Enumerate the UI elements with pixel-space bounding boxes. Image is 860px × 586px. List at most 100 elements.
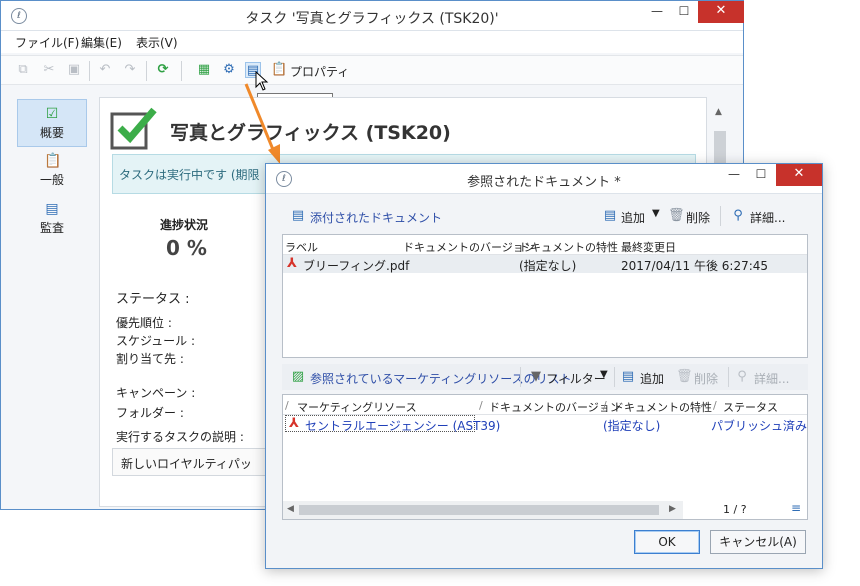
document-trait-cell: (指定なし) xyxy=(519,259,577,273)
marketing-resources-grid[interactable]: / マーケティングリソース / ドキュメントのバージョン / ドキュメントの特性… xyxy=(282,394,808,520)
table-row[interactable]: ⅄ セントラルエージェンシー (AST39) (指定なし) パブリッシュ済み xyxy=(283,415,807,433)
grid-header: / マーケティングリソース / ドキュメントのバージョン / ドキュメントの特性… xyxy=(283,395,807,415)
redo-icon[interactable]: ↷ xyxy=(122,62,138,78)
resource-name-cell: セントラルエージェンシー (AST39) xyxy=(305,419,501,433)
delete-resource-button[interactable]: 削除 xyxy=(694,370,718,387)
menu-edit[interactable]: 編集(E) xyxy=(81,34,122,51)
main-window-title: タスク '写真とグラフィックス (TSK20)' xyxy=(245,11,499,27)
description-field-label: 実行するタスクの説明 : xyxy=(116,430,244,444)
paste-icon[interactable]: ▣ xyxy=(66,62,82,78)
scroll-up-icon[interactable]: ▲ xyxy=(715,107,722,117)
toolbar-separator xyxy=(146,61,147,81)
gear-icon[interactable]: ⚙ xyxy=(221,62,237,78)
table-row[interactable]: ⅄ ブリーフィング.pdf (指定なし) 2017/04/11 午後 6:27:… xyxy=(283,255,807,273)
minimize-button[interactable]: — xyxy=(645,1,669,23)
chevron-down-icon[interactable]: ▼ xyxy=(652,208,660,219)
resource-trait-cell: (指定なし) xyxy=(603,419,661,433)
column-header[interactable]: ラベル xyxy=(285,239,318,255)
description-box[interactable]: 新しいロイヤルティパッ xyxy=(112,448,272,476)
column-header[interactable]: ドキュメントのバージョン xyxy=(403,239,535,255)
toolbar-separator xyxy=(614,367,615,387)
details-resource-button[interactable]: 詳細... xyxy=(754,370,789,387)
attached-documents-label: 添付されたドキュメント xyxy=(310,211,443,225)
scroll-right-icon[interactable]: ▶ xyxy=(669,504,676,514)
sort-icon: / xyxy=(479,399,483,412)
properties-icon[interactable]: 📋 xyxy=(271,62,287,78)
trash-icon[interactable]: 🗑 xyxy=(668,208,685,224)
scroll-left-icon[interactable]: ◀ xyxy=(287,504,294,514)
pager: 1 / ? xyxy=(723,503,747,516)
search-icon[interactable]: ⚲ xyxy=(730,208,746,224)
main-titlebar: ℓ タスク '写真とグラフィックス (TSK20)' — ☐ ✕ xyxy=(1,1,744,31)
sidebar-item-label: 一般 xyxy=(39,173,64,187)
progress-label: 進捗状況 xyxy=(160,218,209,232)
calculator-icon[interactable]: ▦ xyxy=(196,62,212,78)
details-document-button[interactable]: 詳細... xyxy=(750,209,785,226)
sidebar-item-label: 概要 xyxy=(39,126,64,140)
list-menu-icon[interactable]: ≡ xyxy=(791,501,801,515)
filter-icon[interactable]: ▼ xyxy=(528,369,544,385)
document-modified-cell: 2017/04/11 午後 6:27:45 xyxy=(621,259,769,273)
properties-button[interactable]: プロパティ xyxy=(290,63,349,80)
column-header[interactable]: マーケティングリソース xyxy=(297,399,417,415)
schedule-field-label: スケジュール : xyxy=(116,334,196,348)
maximize-button[interactable]: ☐ xyxy=(672,1,696,23)
close-button[interactable]: ✕ xyxy=(776,164,822,186)
cancel-button[interactable]: キャンセル(A) xyxy=(710,530,806,554)
refresh-icon[interactable]: ⟳ xyxy=(155,62,171,78)
chevron-down-icon[interactable]: ▼ xyxy=(600,369,608,380)
status-field-label: ステータス : xyxy=(116,292,190,307)
description-value: 新しいロイヤルティパッ xyxy=(121,457,252,471)
scroll-thumb[interactable] xyxy=(299,505,659,515)
add-document-button[interactable]: 追加 xyxy=(621,209,645,226)
toolbar-separator xyxy=(181,61,182,81)
column-header[interactable]: ステータス xyxy=(723,399,778,415)
assignee-field-label: 割り当て先 : xyxy=(116,352,184,366)
minimize-button[interactable]: — xyxy=(722,164,746,186)
clipboard-icon: 📋 xyxy=(44,153,62,169)
trash-icon[interactable]: 🗑 xyxy=(676,369,693,385)
delete-document-button[interactable]: 削除 xyxy=(686,209,710,226)
menu-file[interactable]: ファイル(F) xyxy=(15,34,79,51)
sidebar-item-audit[interactable]: ▤ 監査 xyxy=(17,195,87,243)
dialog-titlebar: ℓ 参照されたドキュメント * — ☐ ✕ xyxy=(266,164,822,194)
maximize-button[interactable]: ☐ xyxy=(749,164,773,186)
search-icon[interactable]: ⚲ xyxy=(734,369,750,385)
column-header[interactable]: ドキュメントのバージョン xyxy=(489,399,621,415)
undo-icon[interactable]: ↶ xyxy=(97,62,113,78)
horizontal-scrollbar[interactable]: ◀ ▶ xyxy=(283,501,683,519)
marketing-toolbar: ▨ 参照されているマーケティングリソースのリスト ▼ フィルター ▼ ▤ 追加 … xyxy=(282,364,808,390)
toolbar-separator xyxy=(720,206,721,226)
main-toolbar: ⧉ ✂ ▣ ↶ ↷ ⟳ ▦ ⚙ ▤ 📋 プロパティ xyxy=(1,55,743,85)
sidebar-item-general[interactable]: 📋 一般 xyxy=(17,147,87,195)
cut-icon[interactable]: ✂ xyxy=(41,62,57,78)
toolbar-separator xyxy=(520,367,521,387)
audit-icon: ▤ xyxy=(45,201,59,217)
sidebar-item-overview[interactable]: ☑ 概要 xyxy=(17,99,87,147)
attached-toolbar: ▤ 添付されたドキュメント ▤ 追加 ▼ 🗑 削除 ⚲ 詳細... xyxy=(282,204,808,230)
ok-button[interactable]: OK xyxy=(634,530,700,554)
column-header[interactable]: ドキュメントの特性 xyxy=(613,399,712,415)
menu-view[interactable]: 表示(V) xyxy=(136,34,178,51)
pdf-icon: ⅄ xyxy=(287,256,297,271)
toolbar-separator xyxy=(89,61,90,81)
image-icon: ▨ xyxy=(291,369,305,384)
add-resource-icon[interactable]: ▤ xyxy=(620,369,636,385)
copy-icon[interactable]: ⧉ xyxy=(15,62,31,78)
sidebar-item-label: 監査 xyxy=(39,221,64,235)
add-document-icon[interactable]: ▤ xyxy=(602,208,618,224)
progress-value: 0 % xyxy=(166,236,207,260)
close-button[interactable]: ✕ xyxy=(698,1,744,23)
page-title: 写真とグラフィックス (TSK20) xyxy=(170,122,451,144)
folder-field-label: フォルダー : xyxy=(116,406,184,420)
column-header[interactable]: 最終変更日 xyxy=(621,239,676,255)
document-label-cell: ブリーフィング.pdf xyxy=(303,259,410,273)
add-resource-button[interactable]: 追加 xyxy=(640,370,664,387)
column-header[interactable]: ドキュメントの特性 xyxy=(519,239,618,255)
filter-button[interactable]: フィルター xyxy=(546,370,606,387)
checkbox-icon: ☑ xyxy=(45,106,59,122)
resource-status-cell: パブリッシュ済み xyxy=(711,419,808,433)
attached-documents-grid[interactable]: ラベル ドキュメントのバージョン ドキュメントの特性 最終変更日 ⅄ ブリーフィ… xyxy=(282,234,808,358)
priority-field-label: 優先順位 : xyxy=(116,316,172,330)
task-check-icon xyxy=(110,107,157,150)
